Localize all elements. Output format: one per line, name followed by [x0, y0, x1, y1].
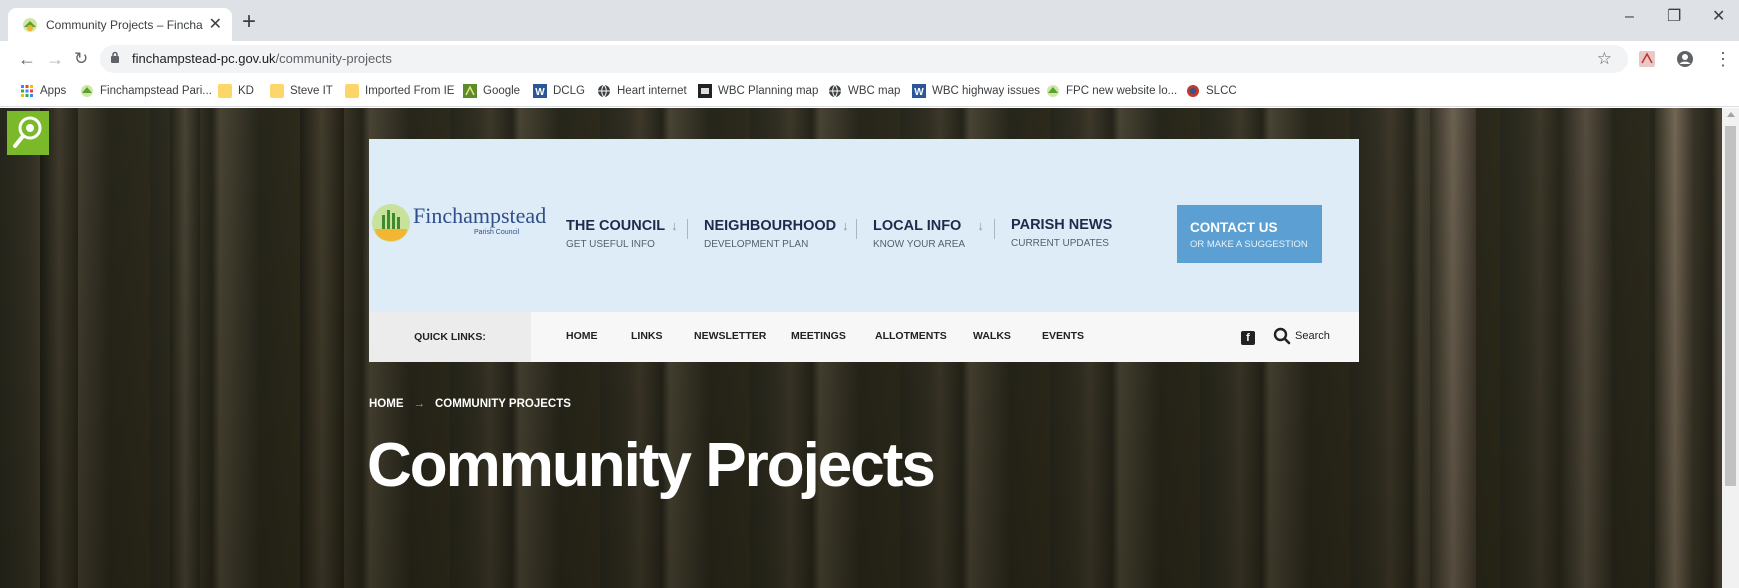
- bookmark-kd[interactable]: KD: [218, 83, 254, 99]
- breadcrumb-current: COMMUNITY PROJECTS: [435, 398, 571, 410]
- fpc-favicon: [81, 85, 93, 97]
- page-title: Community Projects: [367, 431, 936, 500]
- quick-link-home[interactable]: HOME: [566, 330, 598, 342]
- bookmark-apps[interactable]: Apps: [20, 83, 66, 99]
- globe-icon: [598, 84, 610, 98]
- facebook-icon[interactable]: f: [1241, 331, 1255, 345]
- bookmark-fpc-new-website[interactable]: FPC new website lo...: [1046, 83, 1177, 99]
- apps-icon: [21, 85, 33, 97]
- page-scrollbar[interactable]: [1722, 108, 1739, 588]
- close-tab-icon[interactable]: ✕: [209, 16, 222, 33]
- nav-divider: [687, 219, 688, 239]
- logo-subtitle: Parish Council: [474, 229, 520, 236]
- magnifier-icon: [13, 116, 42, 148]
- folder-icon: [218, 84, 232, 98]
- menu-icon[interactable]: ⋮: [1714, 47, 1732, 71]
- fpc-favicon: [1047, 85, 1059, 97]
- svg-text:W: W: [914, 87, 924, 98]
- restore-icon[interactable]: ❐: [1667, 6, 1681, 28]
- pdf-extension-icon[interactable]: [1638, 50, 1656, 68]
- nav-local-info[interactable]: LOCAL INFO ↓ KNOW YOUR AREA: [873, 217, 984, 250]
- quick-link-links[interactable]: LINKS: [631, 330, 663, 342]
- url-domain: finchampstead-pc.gov.uk: [132, 51, 276, 66]
- logo-wordmark: Finchampstead: [413, 203, 547, 228]
- w-icon: W: [912, 84, 926, 98]
- tab-title: Community Projects – Finchamp...: [46, 17, 203, 32]
- minimize-icon[interactable]: –: [1625, 6, 1634, 28]
- scroll-up-icon[interactable]: [1727, 112, 1735, 117]
- quick-links-bar: QUICK LINKS: HOME LINKS NEWSLETTER MEETI…: [369, 312, 1359, 362]
- bookmark-wbc-highway-issues[interactable]: W WBC highway issues: [912, 83, 1040, 99]
- quick-link-newsletter[interactable]: NEWSLETTER: [694, 330, 766, 342]
- map-icon: [698, 84, 712, 98]
- arrow-down-icon: ↓: [671, 218, 678, 233]
- bookmark-star-icon[interactable]: ☆: [1597, 49, 1612, 69]
- profile-icon[interactable]: [1676, 50, 1694, 68]
- breadcrumb-arrow-icon: →: [413, 398, 426, 410]
- bookmark-dclg[interactable]: W DCLG: [533, 83, 585, 99]
- breadcrumb-home[interactable]: HOME: [369, 398, 404, 410]
- bookmark-slcc[interactable]: SLCC: [1186, 83, 1237, 99]
- arrow-down-icon: ↓: [842, 218, 849, 233]
- svg-text:W: W: [535, 87, 545, 98]
- logo-emblem-icon: [372, 204, 410, 242]
- bookmark-heart-internet[interactable]: Heart internet: [597, 83, 687, 99]
- nav-divider: [856, 219, 857, 239]
- site-header: Finchampstead Parish Council THE COUNCIL…: [369, 139, 1359, 312]
- new-tab-icon[interactable]: +: [242, 10, 256, 34]
- bookmark-finchampstead[interactable]: Finchampstead Pari...: [80, 83, 212, 99]
- fpc-favicon: [23, 17, 37, 32]
- accessibility-button[interactable]: [7, 111, 49, 155]
- quick-link-walks[interactable]: WALKS: [973, 330, 1011, 342]
- search-button[interactable]: Search: [1273, 327, 1330, 345]
- bookmark-imported-from-ie[interactable]: Imported From IE: [345, 83, 454, 99]
- nav-divider: [994, 219, 995, 239]
- w-icon: W: [533, 84, 547, 98]
- bookmark-wbc-map[interactable]: WBC map: [828, 83, 900, 99]
- bookmark-steve-it[interactable]: Steve IT: [270, 83, 333, 99]
- browser-tab[interactable]: Community Projects – Finchamp... ✕: [8, 8, 232, 41]
- quick-link-meetings[interactable]: MEETINGS: [791, 330, 846, 342]
- arrow-down-icon: ↓: [977, 218, 984, 233]
- url-text: finchampstead-pc.gov.uk/community-projec…: [132, 51, 392, 67]
- nav-neighbourhood[interactable]: NEIGHBOURHOOD ↓ DEVELOPMENT PLAN: [704, 217, 849, 250]
- quick-links-label: QUICK LINKS:: [369, 312, 531, 362]
- nav-parish-news[interactable]: PARISH NEWS CURRENT UPDATES: [1011, 217, 1112, 249]
- bookmark-google[interactable]: Google: [463, 83, 520, 99]
- breadcrumb: HOME → COMMUNITY PROJECTS: [369, 398, 571, 410]
- url-path: /community-projects: [275, 51, 392, 66]
- forward-icon[interactable]: →: [46, 47, 64, 71]
- address-bar[interactable]: finchampstead-pc.gov.uk/community-projec…: [100, 45, 1628, 73]
- reload-icon[interactable]: ↻: [74, 47, 88, 71]
- bookmark-wbc-planning-map[interactable]: WBC Planning map: [698, 83, 818, 99]
- quick-link-allotments[interactable]: ALLOTMENTS: [875, 330, 947, 342]
- contact-us-button[interactable]: CONTACT US OR MAKE A SUGGESTION: [1177, 205, 1322, 263]
- bookmarks-bar: Apps Finchampstead Pari... KD Steve IT I…: [0, 77, 1739, 107]
- folder-icon: [345, 84, 359, 98]
- browser-toolbar: ← → ↻ finchampstead-pc.gov.uk/community-…: [0, 41, 1739, 77]
- scrollbar-thumb[interactable]: [1725, 126, 1736, 486]
- back-icon[interactable]: ←: [18, 47, 36, 71]
- search-icon: [1273, 327, 1291, 345]
- lock-icon: [111, 51, 119, 63]
- globe-icon: [829, 84, 841, 98]
- quick-link-events[interactable]: EVENTS: [1042, 330, 1084, 342]
- close-window-icon[interactable]: ✕: [1712, 6, 1725, 28]
- nav-the-council[interactable]: THE COUNCIL ↓ GET USEFUL INFO: [566, 217, 678, 250]
- folder-icon: [270, 84, 284, 98]
- site-logo[interactable]: Finchampstead Parish Council: [369, 201, 546, 251]
- tab-strip: Community Projects – Finchamp... ✕ + – ❐…: [0, 0, 1739, 41]
- slcc-icon: [1187, 85, 1199, 97]
- google-icon: [463, 84, 477, 98]
